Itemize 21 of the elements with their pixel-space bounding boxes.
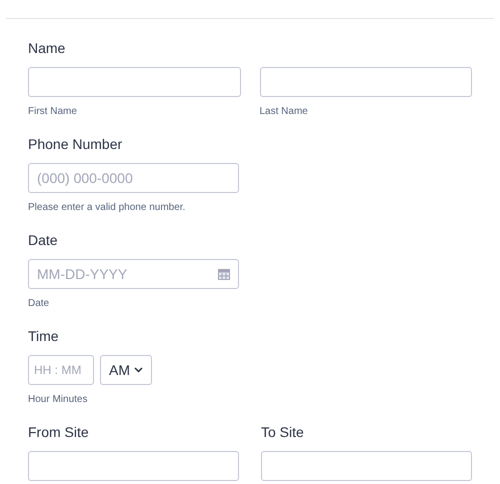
field-label: Phone Number <box>28 135 124 154</box>
field-label: From Site <box>28 423 90 442</box>
text-input[interactable] <box>261 451 472 481</box>
field-label: To Site <box>261 423 305 442</box>
time-input[interactable]: HH : MM <box>28 355 94 385</box>
field-sublabel: Please enter a valid phone number. <box>28 201 186 215</box>
field-label: Name <box>28 39 66 58</box>
chevron-down-icon <box>134 367 143 373</box>
field-sublabel: Last Name <box>260 105 309 119</box>
phone-input[interactable]: (000) 000-0000 <box>28 163 239 193</box>
period-select[interactable]: AM <box>100 355 152 385</box>
text-input[interactable] <box>28 67 240 97</box>
text-input[interactable] <box>28 451 239 481</box>
field-sublabel: First Name <box>28 105 78 119</box>
text-input[interactable] <box>260 67 472 97</box>
field-label: Time <box>28 327 60 346</box>
calendar-icon[interactable] <box>218 269 230 280</box>
field-label: Date <box>28 231 59 250</box>
field-sublabel: Date <box>28 297 50 311</box>
field-sublabel: Hour Minutes <box>28 393 88 407</box>
date-input[interactable]: MM-DD-YYYY <box>28 259 239 289</box>
